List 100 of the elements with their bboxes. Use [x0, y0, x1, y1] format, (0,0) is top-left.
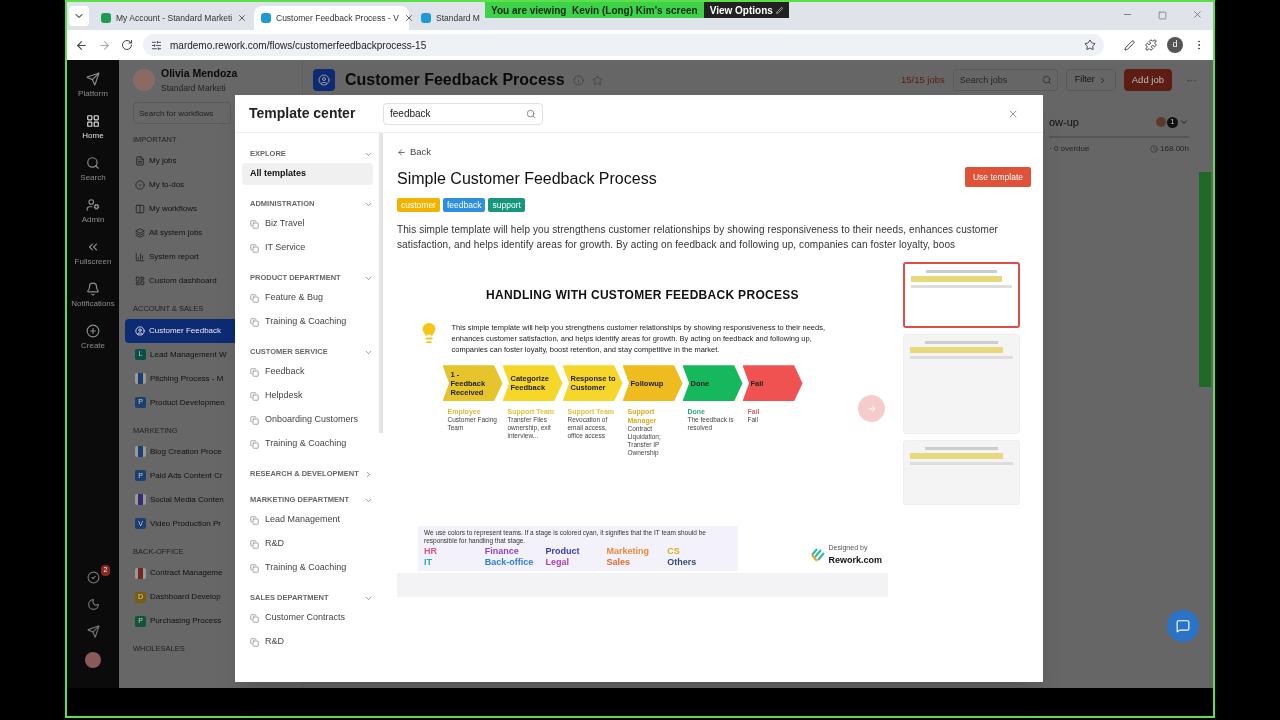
profile-avatar[interactable]: d [1167, 37, 1183, 53]
rail-item[interactable]: Notifications [71, 282, 115, 310]
moon-icon[interactable] [86, 598, 100, 611]
layers-icon [135, 228, 145, 239]
template-icon [250, 243, 259, 253]
address-bar[interactable]: mardemo.rework.com/flows/customerfeedbackprocess-15 [143, 34, 1104, 56]
bell-icon [86, 282, 100, 296]
grid-icon [86, 114, 100, 128]
preview-heading: HANDLING WITH CUSTOMER FEEDBACK PROCESS [486, 287, 799, 305]
avatar[interactable] [85, 652, 101, 668]
user-gear-icon [86, 198, 100, 212]
org-name: Standard Marketi [161, 81, 227, 95]
use-template-button[interactable]: Use template [964, 167, 1031, 188]
pen-icon[interactable] [1124, 39, 1135, 51]
star-icon[interactable] [591, 74, 603, 86]
rail-item[interactable]: Search [80, 156, 106, 184]
close-icon[interactable] [403, 13, 414, 23]
browser-tab[interactable]: Customer Feedback Process - V [254, 6, 409, 30]
back-button[interactable]: Back [397, 145, 432, 160]
legend-label: Legal [545, 557, 570, 569]
rail-item[interactable]: Home [82, 114, 104, 142]
template-icon [250, 563, 259, 573]
template-icon [250, 613, 259, 623]
sidebar-label: Purchasing Process [150, 615, 222, 627]
sidebar-label: Customer Feedback [149, 324, 222, 337]
back-icon [397, 147, 406, 157]
add-job-button[interactable]: Add job [1123, 69, 1172, 91]
user-icon [135, 325, 145, 336]
tag: feedback [442, 198, 486, 213]
send-icon[interactable] [86, 625, 100, 638]
reload-icon[interactable] [121, 39, 133, 51]
send-icon [86, 72, 100, 86]
chevron-icon[interactable] [364, 469, 373, 479]
nav-item[interactable]: R&D [242, 533, 373, 555]
sidebar-label: My workflows [149, 203, 197, 216]
template-icon [250, 439, 259, 449]
template-title: Simple Customer Feedback Process [397, 169, 658, 190]
plus-circle-icon [86, 324, 100, 338]
share-banner: You are viewing Kevin (Long) Kim's screen [485, 2, 704, 18]
nav-item[interactable]: Onboarding Customers [242, 409, 373, 431]
close-icon[interactable] [237, 13, 248, 23]
template-icon [250, 539, 259, 549]
sidebar-label: Product Developmen [150, 396, 225, 409]
search-icon [86, 156, 100, 170]
columns-icon [135, 204, 145, 215]
template-description: This simple template will help you strengthens customer relationships by showing responsiveness to their needs, enhances customer satisfaction, and helps identify areas for growth. By acting on feedback and following up, companies can foster loyalty, boos [397, 223, 999, 253]
puzzle-icon[interactable] [1145, 39, 1157, 51]
back-icon[interactable] [75, 38, 88, 52]
template-icon [250, 293, 259, 303]
maximize-icon[interactable] [1158, 11, 1167, 20]
nav-item[interactable]: Customer Contracts [242, 607, 373, 629]
user-icon [318, 74, 330, 86]
nav-item[interactable]: Helpdesk [242, 385, 373, 407]
nav-item[interactable]: Feedback [242, 361, 373, 383]
sidebar-label: My to-dos [149, 179, 185, 192]
check-circle-icon[interactable] [86, 571, 100, 584]
rail-item[interactable]: Platform [78, 72, 108, 100]
sidebar-label: Social Media Conten [150, 493, 224, 506]
close-icon[interactable] [1192, 9, 1203, 20]
sidebar-label: Contract Manageme [150, 567, 223, 579]
legend-label: HR [424, 546, 437, 558]
clock-icon [1150, 144, 1159, 153]
search-icon [526, 108, 536, 119]
star-icon[interactable] [1084, 39, 1096, 51]
legend-label: IT [424, 557, 432, 569]
sidebar-label: Video Production Pr [150, 517, 221, 530]
sidebar-label: Paid Ads Content Cr [150, 469, 223, 482]
url-text: mardemo.rework.com/flows/customerfeedbackprocess-15 [170, 38, 428, 53]
dialog-title: Template center [249, 104, 357, 123]
forward-icon[interactable] [98, 38, 111, 52]
tab-list-button[interactable] [69, 6, 89, 26]
nav-item[interactable]: Feature & Bug [242, 287, 373, 309]
view-options-button[interactable]: View Options [703, 2, 789, 18]
sidebar-label: Pitching Process - M [150, 372, 224, 385]
sidebar-label: Dashboard Develop [150, 591, 221, 603]
legend-label: Back-office [484, 557, 534, 569]
rail-item[interactable]: Create [81, 324, 105, 352]
nav-item[interactable]: Training & Coaching [242, 433, 373, 455]
browser-tab[interactable]: My Account - Standard Marketi [94, 6, 249, 30]
nav-item[interactable]: Biz Travel [242, 213, 373, 235]
browser-tab[interactable]: Standard M [414, 6, 487, 30]
tag: customer [397, 198, 440, 213]
workflow-search-field[interactable]: Search for workflows [133, 102, 231, 124]
chat-icon [1176, 619, 1190, 633]
rail-item[interactable]: Admin [81, 198, 105, 226]
nav-item[interactable]: Training & Coaching [242, 557, 373, 579]
double-chevron-icon [86, 240, 100, 254]
info-icon[interactable] [572, 74, 584, 86]
check-circle-icon [135, 180, 145, 191]
user-name: Olivia Mendoza [161, 65, 238, 81]
nav-item[interactable]: All templates [242, 163, 373, 185]
tab-title: Standard M [436, 11, 480, 25]
rail-item[interactable]: Fullscreen [74, 240, 112, 268]
nav-item[interactable]: R&D [242, 631, 373, 653]
next-arrow-button[interactable] [858, 395, 885, 423]
nav-item[interactable]: Lead Management [242, 509, 373, 531]
template-search-field[interactable]: feedback [383, 102, 543, 125]
nav-item[interactable]: IT Service [242, 237, 373, 259]
logo-icon [811, 548, 826, 563]
preview-thumbnail[interactable] [903, 262, 1020, 329]
